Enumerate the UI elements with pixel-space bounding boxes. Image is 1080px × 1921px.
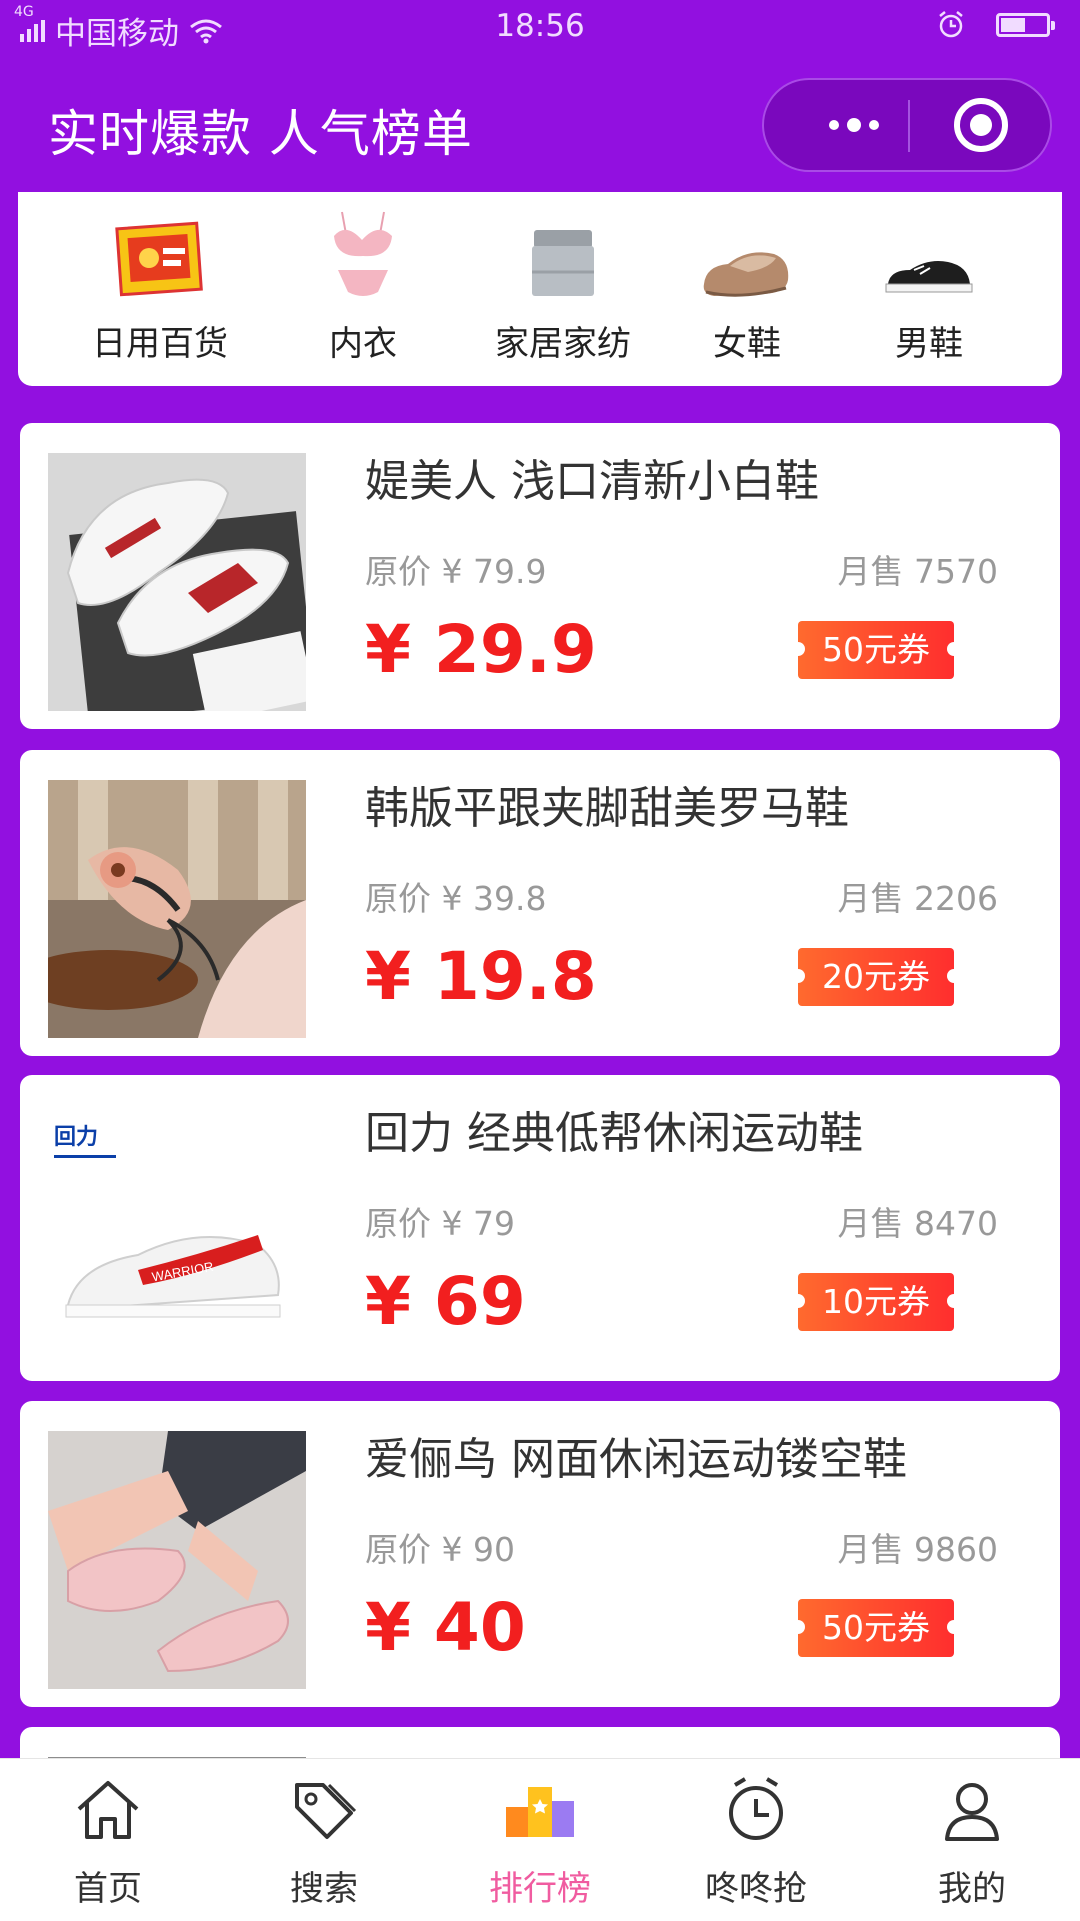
product-name: 媞美人 浅口清新小白鞋 <box>365 456 819 507</box>
product-monthly-sales: 月售 2206 <box>837 879 998 918</box>
product-monthly-sales: 月售 8470 <box>837 1204 998 1243</box>
product-image: 回力 WARRIOR <box>48 1105 306 1363</box>
product-price: ¥ 19.8 <box>365 938 597 1015</box>
product-card[interactable]: 回力 WARRIOR 回力 经典低帮休闲运动鞋 原价 ¥ 79 月售 8470 … <box>20 1075 1060 1381</box>
product-name: 爱俪鸟 网面休闲运动镂空鞋 <box>365 1434 907 1485</box>
product-monthly-sales: 月售 9860 <box>837 1530 998 1569</box>
product-price: ¥ 69 <box>365 1263 526 1340</box>
category-label: 日用百货 <box>92 324 228 364</box>
bottom-tab-bar: 首页 搜索 排行榜 咚咚抢 我的 <box>0 1758 1080 1921</box>
product-original-price: 原价 ¥ 79 <box>365 1204 515 1243</box>
page-title: 实时爆款 人气榜单 <box>48 105 473 163</box>
tag-icon <box>216 1773 432 1847</box>
mens-sneaker-icon <box>829 206 1029 316</box>
status-time: 18:56 <box>495 8 585 44</box>
more-menu-button[interactable] <box>804 80 904 170</box>
status-bar: 4G 中国移动 18:56 <box>0 0 1080 58</box>
category-label: 内衣 <box>329 324 397 364</box>
product-original-price: 原价 ¥ 39.8 <box>365 879 547 918</box>
tab-flash-sale[interactable]: 咚咚抢 <box>648 1773 864 1910</box>
product-card[interactable]: 韩版平跟夹脚甜美罗马鞋 原价 ¥ 39.8 月售 2206 ¥ 19.8 20元… <box>20 750 1060 1056</box>
product-monthly-sales: 月售 7570 <box>837 552 998 591</box>
tab-label: 首页 <box>74 1869 142 1909</box>
product-price: ¥ 29.9 <box>365 611 597 688</box>
coupon-badge[interactable]: 50元券 <box>791 621 961 679</box>
close-miniprogram-button[interactable] <box>954 98 1008 152</box>
tab-ranking[interactable]: 排行榜 <box>432 1773 648 1910</box>
home-icon <box>0 1773 216 1847</box>
bedding-icon <box>463 206 663 316</box>
product-image <box>48 1431 306 1689</box>
category-item-daily-goods[interactable]: 日用百货 <box>60 206 260 365</box>
lingerie-icon <box>263 206 463 316</box>
capsule-divider <box>908 100 910 152</box>
user-icon <box>864 1773 1080 1847</box>
category-label: 家居家纺 <box>495 324 631 364</box>
product-original-price: 原价 ¥ 90 <box>365 1530 515 1569</box>
category-item-womens-shoes[interactable]: 女鞋 <box>647 206 847 365</box>
tab-home[interactable]: 首页 <box>0 1773 216 1910</box>
category-label: 女鞋 <box>713 324 781 364</box>
tab-label: 排行榜 <box>489 1869 591 1909</box>
category-item-mens-shoes[interactable]: 男鞋 <box>829 206 1029 365</box>
tab-label: 搜索 <box>290 1869 358 1909</box>
coupon-badge[interactable]: 20元券 <box>791 948 961 1006</box>
product-price: ¥ 40 <box>365 1589 526 1666</box>
product-name: 回力 经典低帮休闲运动鞋 <box>365 1108 863 1159</box>
category-item-underwear[interactable]: 内衣 <box>263 206 463 365</box>
tab-label: 我的 <box>938 1869 1006 1909</box>
coupon-badge[interactable]: 50元券 <box>791 1599 961 1657</box>
tab-label: 咚咚抢 <box>705 1869 807 1909</box>
tab-profile[interactable]: 我的 <box>864 1773 1080 1910</box>
coupon-badge[interactable]: 10元券 <box>791 1273 961 1331</box>
status-right <box>936 10 1055 40</box>
product-card[interactable]: 爱俪鸟 网面休闲运动镂空鞋 原价 ¥ 90 月售 9860 ¥ 40 50元券 <box>20 1401 1060 1707</box>
category-strip: 日用百货 内衣 家居家纺 女鞋 男鞋 <box>18 192 1062 386</box>
product-image <box>48 453 306 711</box>
womens-shoe-icon <box>647 206 847 316</box>
alarm-icon <box>939 11 963 38</box>
category-label: 男鞋 <box>895 324 963 364</box>
tab-search[interactable]: 搜索 <box>216 1773 432 1910</box>
miniprogram-capsule <box>762 78 1052 172</box>
product-image <box>48 780 306 1038</box>
ranking-podium-icon <box>432 1773 648 1847</box>
product-name: 韩版平跟夹脚甜美罗马鞋 <box>365 783 849 834</box>
product-card[interactable]: 媞美人 浅口清新小白鞋 原价 ¥ 79.9 月售 7570 ¥ 29.9 50元… <box>20 423 1060 729</box>
brand-logo: 回力 <box>54 1127 116 1158</box>
product-original-price: 原价 ¥ 79.9 <box>365 552 547 591</box>
hand-warmer-pack-icon <box>60 206 260 316</box>
battery-icon <box>996 13 1055 37</box>
alarm-clock-icon <box>648 1773 864 1847</box>
category-item-home-textiles[interactable]: 家居家纺 <box>463 206 663 365</box>
